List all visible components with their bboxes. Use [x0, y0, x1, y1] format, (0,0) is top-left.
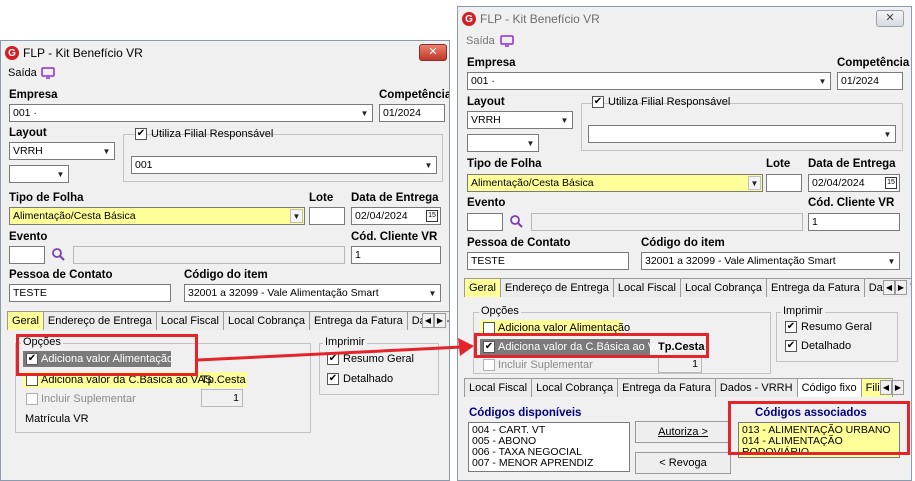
annotation-arrow: [197, 338, 474, 362]
